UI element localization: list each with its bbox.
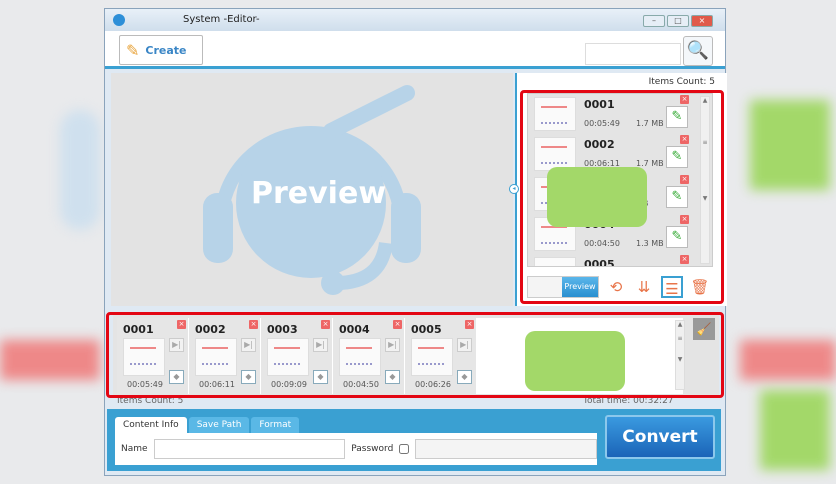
title-bar: System -Editor- – □ ×: [105, 9, 725, 31]
app-icon: [113, 14, 125, 26]
preview-area: Preview: [111, 73, 513, 306]
minimize-button[interactable]: –: [643, 15, 665, 27]
convert-button[interactable]: Convert: [605, 415, 715, 459]
search-button[interactable]: 🔍: [683, 36, 713, 66]
settings-panel: Content Info Save Path Format Name Passw…: [107, 409, 721, 471]
create-pencil-icon: ✎: [126, 40, 140, 60]
password-checkbox[interactable]: [399, 444, 410, 454]
close-button[interactable]: ×: [691, 15, 713, 27]
magnifier-icon: 🔍: [686, 40, 710, 61]
name-input[interactable]: [153, 439, 346, 459]
tab-content-info[interactable]: Content Info: [115, 417, 187, 433]
splitter-handle[interactable]: ◂: [509, 184, 519, 194]
password-label: Password: [351, 444, 394, 454]
toolbar: ✎ Create 🔍: [105, 31, 725, 69]
preview-label: Preview: [251, 176, 387, 211]
tab-save-path[interactable]: Save Path: [188, 417, 250, 433]
create-label: Create: [145, 43, 187, 57]
highlight-frame: [106, 312, 724, 398]
maximize-button[interactable]: □: [667, 15, 689, 27]
create-button[interactable]: ✎ Create: [119, 35, 203, 65]
name-label: Name: [121, 444, 148, 454]
tab-format[interactable]: Format: [251, 417, 300, 433]
search-input[interactable]: [585, 43, 681, 65]
items-count: Items Count: 5: [648, 77, 715, 87]
highlight-frame: [520, 90, 724, 304]
window-title: System -Editor-: [183, 14, 260, 25]
password-input[interactable]: [415, 439, 597, 459]
